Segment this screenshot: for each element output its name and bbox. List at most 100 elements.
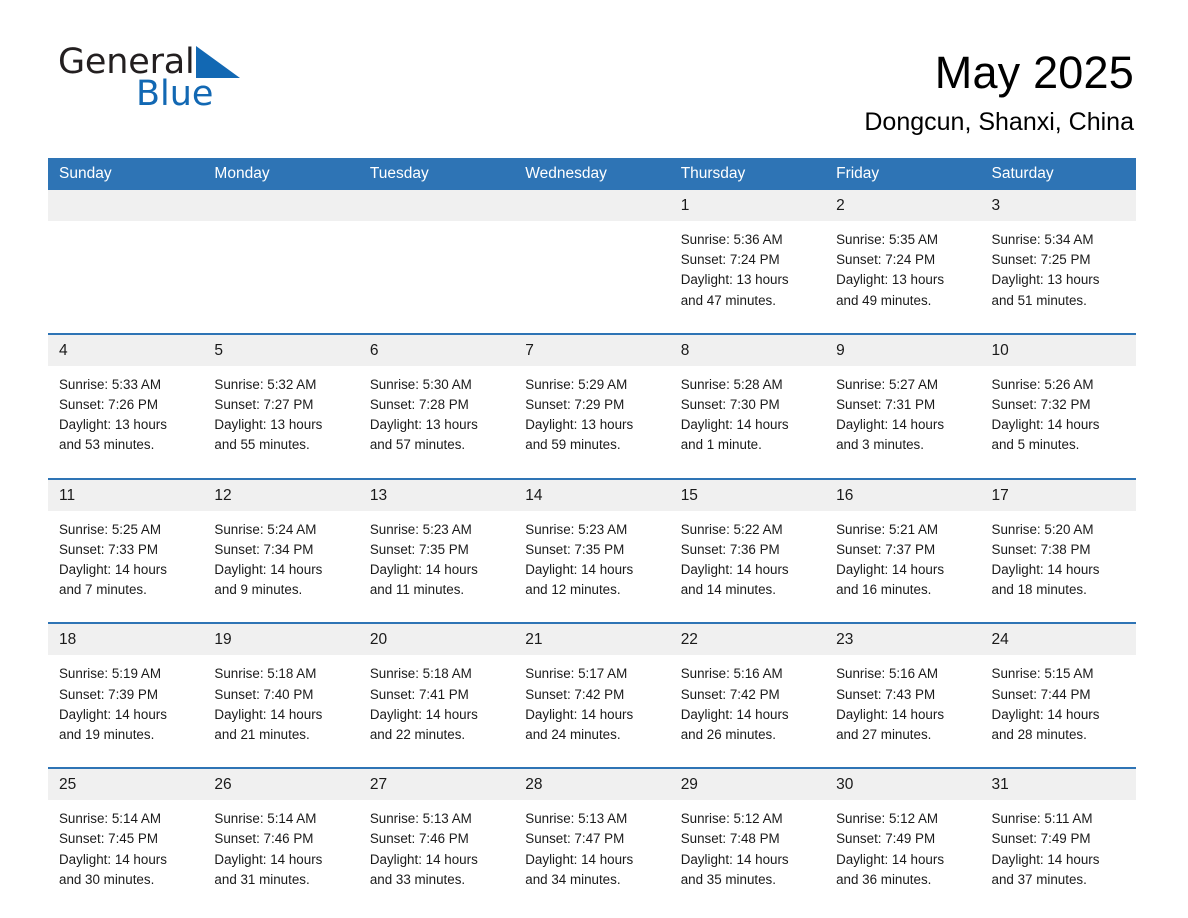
sunset-time: Sunset: 7:35 PM: [369, 541, 469, 557]
day-number: 1: [669, 190, 826, 221]
daylight-duration-line1: Daylight: 13 hours: [680, 272, 789, 288]
sunrise-time: Sunrise: 5:14 AM: [214, 811, 317, 827]
sunset-time: Sunset: 7:42 PM: [525, 686, 625, 702]
day-number: 28: [514, 769, 670, 801]
calendar-day-cell[interactable]: 1 Sunrise: 5:36 AM Sunset: 7:24 PM Daylight…: [669, 190, 826, 333]
calendar-day-cell[interactable]: 22 Sunrise: 5:16 AM Sunset: 7:42 PM Dayligh…: [669, 624, 826, 767]
sunset-time: Sunset: 7:29 PM: [525, 397, 625, 413]
calendar-day-cell[interactable]: 17 Sunrise: 5:20 AM Sunset: 7:38 PM Dayligh…: [980, 479, 1136, 623]
sunset-time: Sunset: 7:24 PM: [680, 252, 780, 268]
calendar-day-cell[interactable]: 16 Sunrise: 5:21 AM Sunset: 7:37 PM Dayligh…: [825, 479, 981, 623]
day-details: [359, 221, 514, 313]
calendar-day-cell[interactable]: 19 Sunrise: 5:18 AM Sunset: 7:40 PM Dayligh…: [203, 624, 359, 767]
calendar-day-cell[interactable]: 6 Sunrise: 5:30 AM Sunset: 7:28 PM Daylight…: [358, 334, 515, 478]
sunset-time: Sunset: 7:35 PM: [525, 541, 625, 557]
sunrise-time: Sunrise: 5:35 AM: [836, 232, 939, 247]
logo-blue-text: Blue: [136, 74, 214, 114]
calendar-day-cell[interactable]: 31 Sunrise: 5:11 AM Sunset: 7:49 PM Dayligh…: [980, 769, 1136, 912]
day-number: 5: [203, 334, 359, 366]
sunset-time: Sunset: 7:43 PM: [836, 686, 936, 702]
calendar-day-cell[interactable]: 29 Sunrise: 5:12 AM Sunset: 7:48 PM Dayligh…: [669, 769, 826, 912]
calendar-day-cell[interactable]: 24 Sunrise: 5:15 AM Sunset: 7:44 PM Dayligh…: [980, 624, 1136, 767]
calendar-week-row: 1 Sunrise: 5:36 AM Sunset: 7:24 PM Daylight…: [48, 190, 1136, 333]
daylight-duration-line1: Daylight: 14 hours: [680, 706, 789, 722]
calendar-day-cell[interactable]: 21 Sunrise: 5:17 AM Sunset: 7:42 PM Dayligh…: [514, 624, 670, 767]
calendar-day-cell[interactable]: 10 Sunrise: 5:26 AM Sunset: 7:32 PM Dayligh…: [980, 334, 1136, 478]
calendar-day-cell[interactable]: 14 Sunrise: 5:23 AM Sunset: 7:35 PM Dayligh…: [514, 479, 670, 623]
general-blue-logo: General Blue: [58, 44, 288, 130]
calendar-cell-empty: [514, 190, 670, 333]
daylight-duration-line1: Daylight: 14 hours: [59, 851, 167, 867]
day-number: [358, 190, 515, 221]
calendar-day-cell[interactable]: 4 Sunrise: 5:33 AM Sunset: 7:26 PM Daylight…: [48, 334, 204, 478]
sunrise-time: Sunrise: 5:14 AM: [59, 811, 161, 827]
daylight-duration-line1: Daylight: 14 hours: [991, 562, 1100, 578]
sunset-time: Sunset: 7:36 PM: [680, 541, 780, 557]
weekday-header-monday: Monday: [203, 158, 359, 190]
sunrise-time: Sunrise: 5:26 AM: [991, 376, 1094, 392]
calendar-day-cell[interactable]: 3 Sunrise: 5:34 AM Sunset: 7:25 PM Daylight…: [980, 190, 1136, 333]
calendar-day-cell[interactable]: 2 Sunrise: 5:35 AM Sunset: 7:24 PM Daylight…: [825, 190, 981, 333]
daylight-duration-line2: and 28 minutes.: [991, 727, 1087, 743]
calendar-day-cell[interactable]: 7 Sunrise: 5:29 AM Sunset: 7:29 PM Daylight…: [514, 334, 670, 478]
day-number: 8: [669, 334, 826, 366]
sunrise-time: Sunrise: 5:22 AM: [680, 521, 783, 537]
day-details: Sunrise: 5:23 AM Sunset: 7:35 PM Daylight:…: [514, 511, 669, 623]
daylight-duration-line2: and 51 minutes.: [991, 292, 1087, 308]
day-number: 30: [825, 769, 981, 801]
day-details: Sunrise: 5:13 AM Sunset: 7:46 PM Daylight:…: [359, 800, 514, 912]
page-title: May 2025: [934, 47, 1134, 98]
day-details: [48, 221, 203, 313]
calendar-day-cell[interactable]: 18 Sunrise: 5:19 AM Sunset: 7:39 PM Dayligh…: [48, 624, 204, 767]
daylight-duration-line1: Daylight: 13 hours: [836, 272, 945, 288]
calendar-day-cell[interactable]: 25 Sunrise: 5:14 AM Sunset: 7:45 PM Dayligh…: [48, 769, 204, 912]
sunset-time: Sunset: 7:45 PM: [59, 831, 158, 847]
sunset-time: Sunset: 7:48 PM: [680, 831, 780, 847]
sunset-time: Sunset: 7:30 PM: [680, 397, 780, 413]
calendar-day-cell[interactable]: 11 Sunrise: 5:25 AM Sunset: 7:33 PM Dayligh…: [48, 479, 204, 623]
calendar-day-cell[interactable]: 27 Sunrise: 5:13 AM Sunset: 7:46 PM Dayligh…: [358, 769, 515, 912]
sunset-time: Sunset: 7:44 PM: [991, 686, 1091, 702]
sunrise-time: Sunrise: 5:12 AM: [680, 811, 783, 827]
sunset-time: Sunset: 7:32 PM: [991, 397, 1091, 413]
day-details: Sunrise: 5:12 AM Sunset: 7:49 PM Daylight:…: [825, 800, 980, 912]
calendar-day-cell[interactable]: 9 Sunrise: 5:27 AM Sunset: 7:31 PM Daylight…: [825, 334, 981, 478]
day-details: Sunrise: 5:15 AM Sunset: 7:44 PM Daylight:…: [981, 655, 1136, 767]
sunset-time: Sunset: 7:28 PM: [369, 397, 469, 413]
daylight-duration-line1: Daylight: 14 hours: [59, 706, 167, 722]
day-details: Sunrise: 5:22 AM Sunset: 7:36 PM Daylight:…: [670, 511, 825, 623]
calendar-day-cell[interactable]: 23 Sunrise: 5:16 AM Sunset: 7:43 PM Dayligh…: [825, 624, 981, 767]
calendar-day-cell[interactable]: 26 Sunrise: 5:14 AM Sunset: 7:46 PM Dayligh…: [203, 769, 359, 912]
calendar-day-cell[interactable]: 30 Sunrise: 5:12 AM Sunset: 7:49 PM Dayligh…: [825, 769, 981, 912]
calendar-day-cell[interactable]: 28 Sunrise: 5:13 AM Sunset: 7:47 PM Dayligh…: [514, 769, 670, 912]
day-number: 29: [669, 769, 826, 801]
daylight-duration-line1: Daylight: 14 hours: [59, 562, 167, 578]
sunset-time: Sunset: 7:26 PM: [59, 397, 158, 413]
day-number: 27: [358, 769, 515, 801]
sunset-time: Sunset: 7:27 PM: [214, 397, 314, 413]
calendar-day-cell[interactable]: 20 Sunrise: 5:18 AM Sunset: 7:41 PM Dayligh…: [358, 624, 515, 767]
day-number: 14: [514, 479, 670, 511]
sunrise-time: Sunrise: 5:28 AM: [680, 376, 783, 392]
daylight-duration-line2: and 24 minutes.: [525, 727, 621, 743]
daylight-duration-line1: Daylight: 14 hours: [991, 417, 1100, 433]
calendar-day-cell[interactable]: 12 Sunrise: 5:24 AM Sunset: 7:34 PM Dayligh…: [203, 479, 359, 623]
calendar-day-cell[interactable]: 15 Sunrise: 5:22 AM Sunset: 7:36 PM Dayligh…: [669, 479, 826, 623]
day-details: Sunrise: 5:35 AM Sunset: 7:24 PM Daylight:…: [825, 221, 980, 333]
daylight-duration-line1: Daylight: 14 hours: [836, 417, 945, 433]
calendar-week-row: 4 Sunrise: 5:33 AM Sunset: 7:26 PM Daylight…: [48, 334, 1136, 478]
daylight-duration-line2: and 9 minutes.: [214, 582, 303, 598]
calendar-day-cell[interactable]: 5 Sunrise: 5:32 AM Sunset: 7:27 PM Daylight…: [203, 334, 359, 478]
calendar-cell-empty: [48, 190, 204, 333]
sunset-time: Sunset: 7:46 PM: [214, 831, 314, 847]
calendar-day-cell[interactable]: 8 Sunrise: 5:28 AM Sunset: 7:30 PM Daylight…: [669, 334, 826, 478]
day-details: Sunrise: 5:18 AM Sunset: 7:40 PM Daylight:…: [203, 655, 358, 767]
calendar-day-cell[interactable]: 13 Sunrise: 5:23 AM Sunset: 7:35 PM Dayligh…: [358, 479, 515, 623]
day-number: 26: [203, 769, 359, 801]
sunset-time: Sunset: 7:37 PM: [836, 541, 936, 557]
daylight-duration-line1: Daylight: 14 hours: [369, 851, 478, 867]
sunrise-time: Sunrise: 5:20 AM: [991, 521, 1094, 537]
day-details: Sunrise: 5:26 AM Sunset: 7:32 PM Daylight:…: [981, 366, 1136, 478]
sunrise-time: Sunrise: 5:33 AM: [59, 376, 161, 392]
day-number: 24: [980, 624, 1136, 656]
